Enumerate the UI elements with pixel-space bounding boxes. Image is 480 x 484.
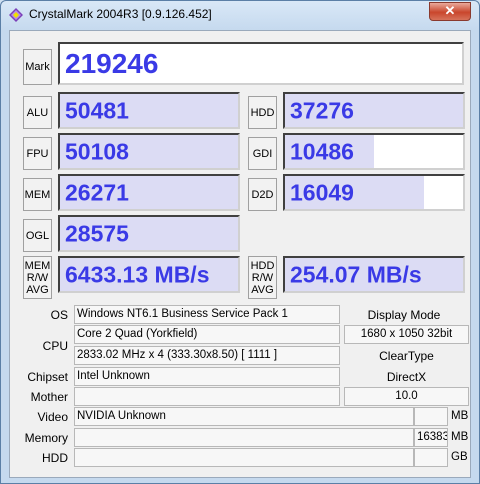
- hdd-score-box: 37276: [283, 92, 465, 129]
- mem-score-box: 26271: [58, 174, 240, 211]
- ogl-score-box: 28575: [58, 215, 240, 252]
- crystalmark-app-icon: [9, 8, 23, 22]
- hdd-unit: GB: [451, 451, 468, 463]
- mem-rw-avg-label-line1: MEM: [24, 259, 51, 272]
- window-title: CrystalMark 2004R3 [0.9.126.452]: [29, 7, 212, 21]
- d2d-score: 16049: [290, 179, 354, 205]
- hdd-info-value: [74, 448, 414, 467]
- chipset-label: Chipset: [27, 370, 68, 384]
- mark-score-box: 219246: [58, 42, 464, 85]
- fpu-score-box: 50108: [58, 133, 240, 170]
- memory-label: Memory: [24, 431, 68, 445]
- hdd-label: HDD: [248, 96, 277, 129]
- hdd-rw-score-box: 254.07 MB/s: [283, 256, 465, 293]
- cleartype-label: ClearType: [379, 349, 434, 363]
- mark-score: 219246: [65, 47, 159, 79]
- hdd-rw-avg-label-line1: HDD: [250, 259, 275, 272]
- display-mode-label: Display Mode: [367, 308, 441, 322]
- hdd-rw-score: 254.07 MB/s: [290, 261, 422, 287]
- ogl-label: OGL: [23, 219, 52, 252]
- benchmark-panel: Mark 219246 ALU 50481 HDD 37276 FPU 5010…: [9, 30, 471, 478]
- alu-score: 50481: [65, 97, 129, 123]
- chipset-value: Intel Unknown: [74, 367, 340, 386]
- alu-label: ALU: [23, 96, 52, 129]
- d2d-score-box: 16049: [283, 174, 465, 211]
- hdd-rw-avg-label: HDD R/W AVG: [248, 256, 277, 299]
- gdi-score-box: 10486: [283, 133, 465, 170]
- mem-score: 26271: [65, 179, 129, 205]
- os-label: OS: [50, 308, 68, 322]
- directx-value: 10.0: [344, 387, 469, 406]
- fpu-score: 50108: [65, 138, 129, 164]
- memory-mb-value: 16383: [414, 428, 448, 447]
- mother-value: [74, 387, 340, 406]
- cpu-name-value: Core 2 Quad (Yorkfield): [74, 325, 340, 344]
- cpu-label: CPU: [42, 339, 68, 353]
- fpu-label: FPU: [23, 137, 52, 170]
- mem-rw-score-box: 6433.13 MB/s: [58, 256, 240, 293]
- video-unit: MB: [451, 410, 469, 422]
- video-label: Video: [37, 410, 68, 424]
- hdd-rw-avg-label-line2: R/W: [251, 271, 274, 284]
- gdi-label: GDI: [248, 137, 277, 170]
- hdd-gb-value: [414, 448, 448, 467]
- os-value: Windows NT6.1 Business Service Pack 1: [74, 305, 340, 324]
- ogl-score: 28575: [65, 220, 129, 246]
- memory-unit: MB: [451, 431, 469, 443]
- title-bar[interactable]: CrystalMark 2004R3 [0.9.126.452] ✕: [1, 1, 479, 28]
- mem-rw-avg-label: MEM R/W AVG: [23, 256, 52, 299]
- mem-label: MEM: [23, 178, 52, 211]
- memory-value: [74, 428, 414, 447]
- gdi-score: 10486: [290, 138, 354, 164]
- hdd-score: 37276: [290, 97, 354, 123]
- hdd-info-label: HDD: [42, 451, 68, 465]
- video-value: NVIDIA Unknown: [74, 407, 414, 426]
- cpu-clock-value: 2833.02 MHz x 4 (333.30x8.50) [ 1111 ]: [74, 346, 340, 365]
- alu-score-box: 50481: [58, 92, 240, 129]
- mark-label: Mark: [23, 49, 52, 85]
- directx-label: DirectX: [386, 370, 427, 384]
- d2d-label: D2D: [248, 178, 277, 211]
- mem-rw-avg-label-line3: AVG: [26, 283, 49, 296]
- app-window: CrystalMark 2004R3 [0.9.126.452] ✕ Mark …: [0, 0, 480, 484]
- display-mode-value: 1680 x 1050 32bit: [344, 325, 469, 344]
- mem-rw-score: 6433.13 MB/s: [65, 261, 210, 287]
- mem-rw-avg-label-line2: R/W: [26, 271, 49, 284]
- mother-label: Mother: [30, 390, 68, 404]
- close-button[interactable]: ✕: [429, 2, 471, 21]
- video-mb-value: [414, 407, 448, 426]
- hdd-rw-avg-label-line3: AVG: [251, 283, 274, 296]
